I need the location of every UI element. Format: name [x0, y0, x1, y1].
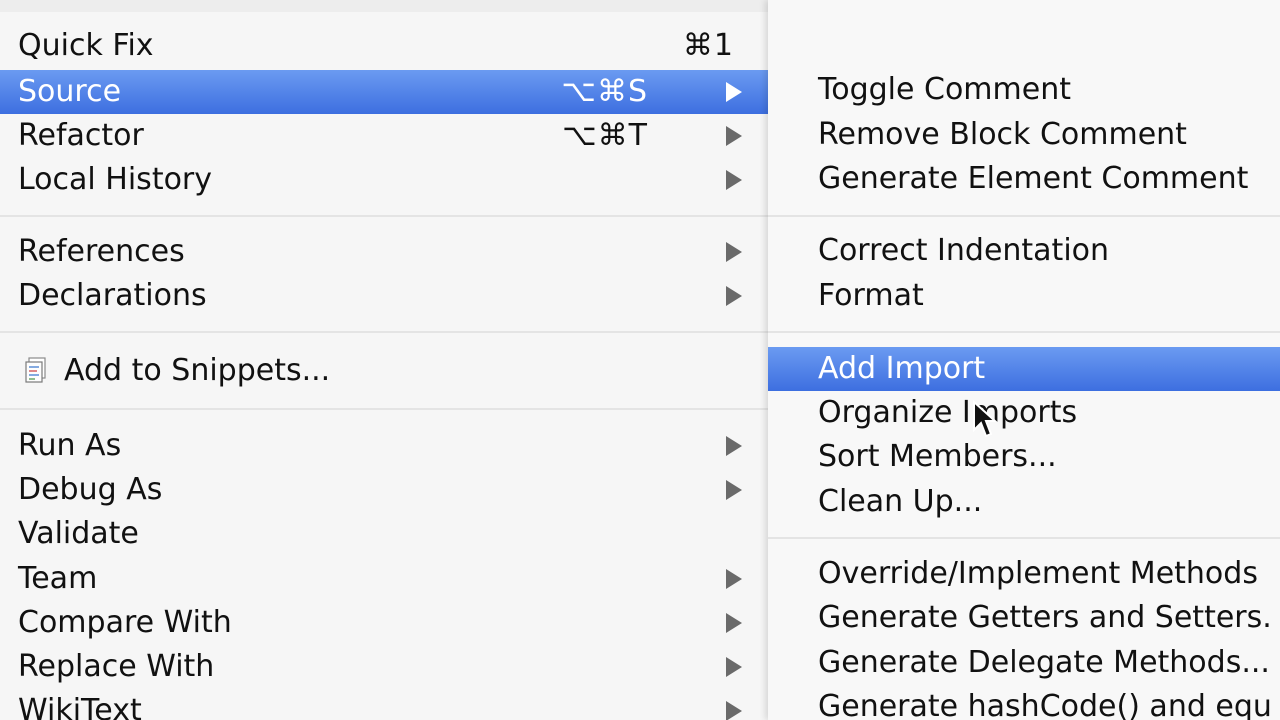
menu-item-label: Declarations	[18, 278, 207, 313]
menu-item-label: Quick Fix	[18, 28, 154, 63]
submenu-arrow-icon	[726, 170, 742, 190]
menu-separator	[0, 331, 768, 333]
menu-item-label: Add Import	[818, 351, 986, 386]
menu-item-label: WikiText	[18, 693, 142, 720]
menu-item-label: Generate Element Comment	[818, 161, 1249, 196]
menu-item-validate[interactable]: Validate	[0, 512, 768, 556]
submenu-item-override-implement-methods[interactable]: Override/Implement Methods	[768, 552, 1280, 596]
submenu-arrow-icon	[726, 126, 742, 146]
submenu-arrow-icon	[726, 480, 742, 500]
submenu-arrow-icon	[726, 242, 742, 262]
submenu-arrow-icon	[726, 569, 742, 589]
mouse-pointer-icon	[973, 400, 998, 438]
submenu-item-sort-members[interactable]: Sort Members...	[768, 435, 1280, 479]
menu-item-label: Generate Getters and Setters.	[818, 600, 1272, 635]
menu-separator	[0, 408, 768, 410]
menu-separator	[0, 215, 768, 217]
menu-separator	[768, 331, 1280, 333]
menu-item-label: Validate	[18, 516, 139, 551]
submenu-item-correct-indentation[interactable]: Correct Indentation	[768, 229, 1280, 273]
menu-item-label: Sort Members...	[818, 439, 1057, 474]
menu-item-label: References	[18, 234, 185, 269]
menu-item-label: Toggle Comment	[818, 72, 1071, 107]
menu-item-wikitext[interactable]: WikiText	[0, 689, 768, 720]
menu-item-label: Run As	[18, 428, 122, 463]
menu-item-label: Team	[18, 561, 98, 596]
submenu-item-remove-block-comment[interactable]: Remove Block Comment	[768, 113, 1280, 157]
submenu-item-toggle-comment[interactable]: Toggle Comment	[768, 68, 1280, 112]
submenu-arrow-icon	[726, 657, 742, 677]
context-menu: Quick Fix ⌘1 Source ⌥⌘S Refactor ⌥⌘T Loc…	[0, 0, 768, 720]
menu-item-compare-with[interactable]: Compare With	[0, 601, 768, 645]
menu-item-label: Override/Implement Methods	[818, 556, 1258, 591]
menu-item-label: Local History	[18, 162, 213, 197]
menu-item-label: Correct Indentation	[818, 233, 1110, 268]
menu-item-label: Clean Up...	[818, 484, 983, 519]
menu-item-references[interactable]: References	[0, 230, 768, 274]
submenu-item-generate-getters-setters[interactable]: Generate Getters and Setters.	[768, 596, 1280, 640]
menu-item-debug-as[interactable]: Debug As	[0, 468, 768, 512]
submenu-arrow-icon	[726, 436, 742, 456]
menu-top-edge	[0, 0, 768, 12]
submenu-arrow-icon	[726, 286, 742, 306]
menu-item-run-as[interactable]: Run As	[0, 424, 768, 468]
menu-item-declarations[interactable]: Declarations	[0, 274, 768, 318]
menu-item-replace-with[interactable]: Replace With	[0, 645, 768, 689]
shortcut-label: ⌘1	[682, 28, 734, 63]
submenu-arrow-icon	[726, 613, 742, 633]
menu-item-label: Generate Delegate Methods...	[818, 645, 1270, 680]
menu-item-label: Remove Block Comment	[818, 117, 1187, 152]
menu-item-add-to-snippets[interactable]: Add to Snippets...	[0, 349, 768, 393]
submenu-item-generate-hashcode-equals[interactable]: Generate hashCode() and equ	[768, 685, 1280, 720]
submenu-item-format[interactable]: Format	[768, 274, 1280, 318]
submenu-item-organize-imports[interactable]: Organize Imports	[768, 391, 1280, 435]
snippet-icon	[25, 357, 46, 383]
menu-item-label: Replace With	[18, 649, 215, 684]
menu-item-label: Refactor	[18, 118, 144, 153]
menu-item-label: Organize Imports	[818, 395, 1078, 430]
menu-separator	[768, 215, 1280, 217]
submenu-arrow-icon	[726, 701, 742, 720]
submenu-item-clean-up[interactable]: Clean Up...	[768, 480, 1280, 524]
submenu-item-generate-delegate-methods[interactable]: Generate Delegate Methods...	[768, 641, 1280, 685]
submenu-item-generate-element-comment[interactable]: Generate Element Comment	[768, 157, 1280, 201]
menu-separator	[768, 537, 1280, 539]
shortcut-label: ⌥⌘T	[562, 118, 648, 153]
submenu-arrow-icon	[726, 82, 742, 102]
menu-item-label: Add to Snippets...	[64, 353, 331, 388]
menu-item-source[interactable]: Source ⌥⌘S	[0, 70, 768, 114]
menu-item-label: Format	[818, 278, 924, 313]
shortcut-label: ⌥⌘S	[561, 74, 648, 109]
menu-item-label: Compare With	[18, 605, 232, 640]
menu-item-quick-fix[interactable]: Quick Fix ⌘1	[0, 24, 768, 68]
menu-item-local-history[interactable]: Local History	[0, 158, 768, 202]
menu-item-label: Debug As	[18, 472, 163, 507]
menu-item-label: Generate hashCode() and equ	[818, 689, 1272, 720]
menu-item-refactor[interactable]: Refactor ⌥⌘T	[0, 114, 768, 158]
submenu-item-add-import[interactable]: Add Import	[768, 347, 1280, 391]
menu-item-team[interactable]: Team	[0, 557, 768, 601]
source-submenu: Toggle Comment Remove Block Comment Gene…	[768, 0, 1280, 720]
menu-item-label: Source	[18, 74, 122, 109]
